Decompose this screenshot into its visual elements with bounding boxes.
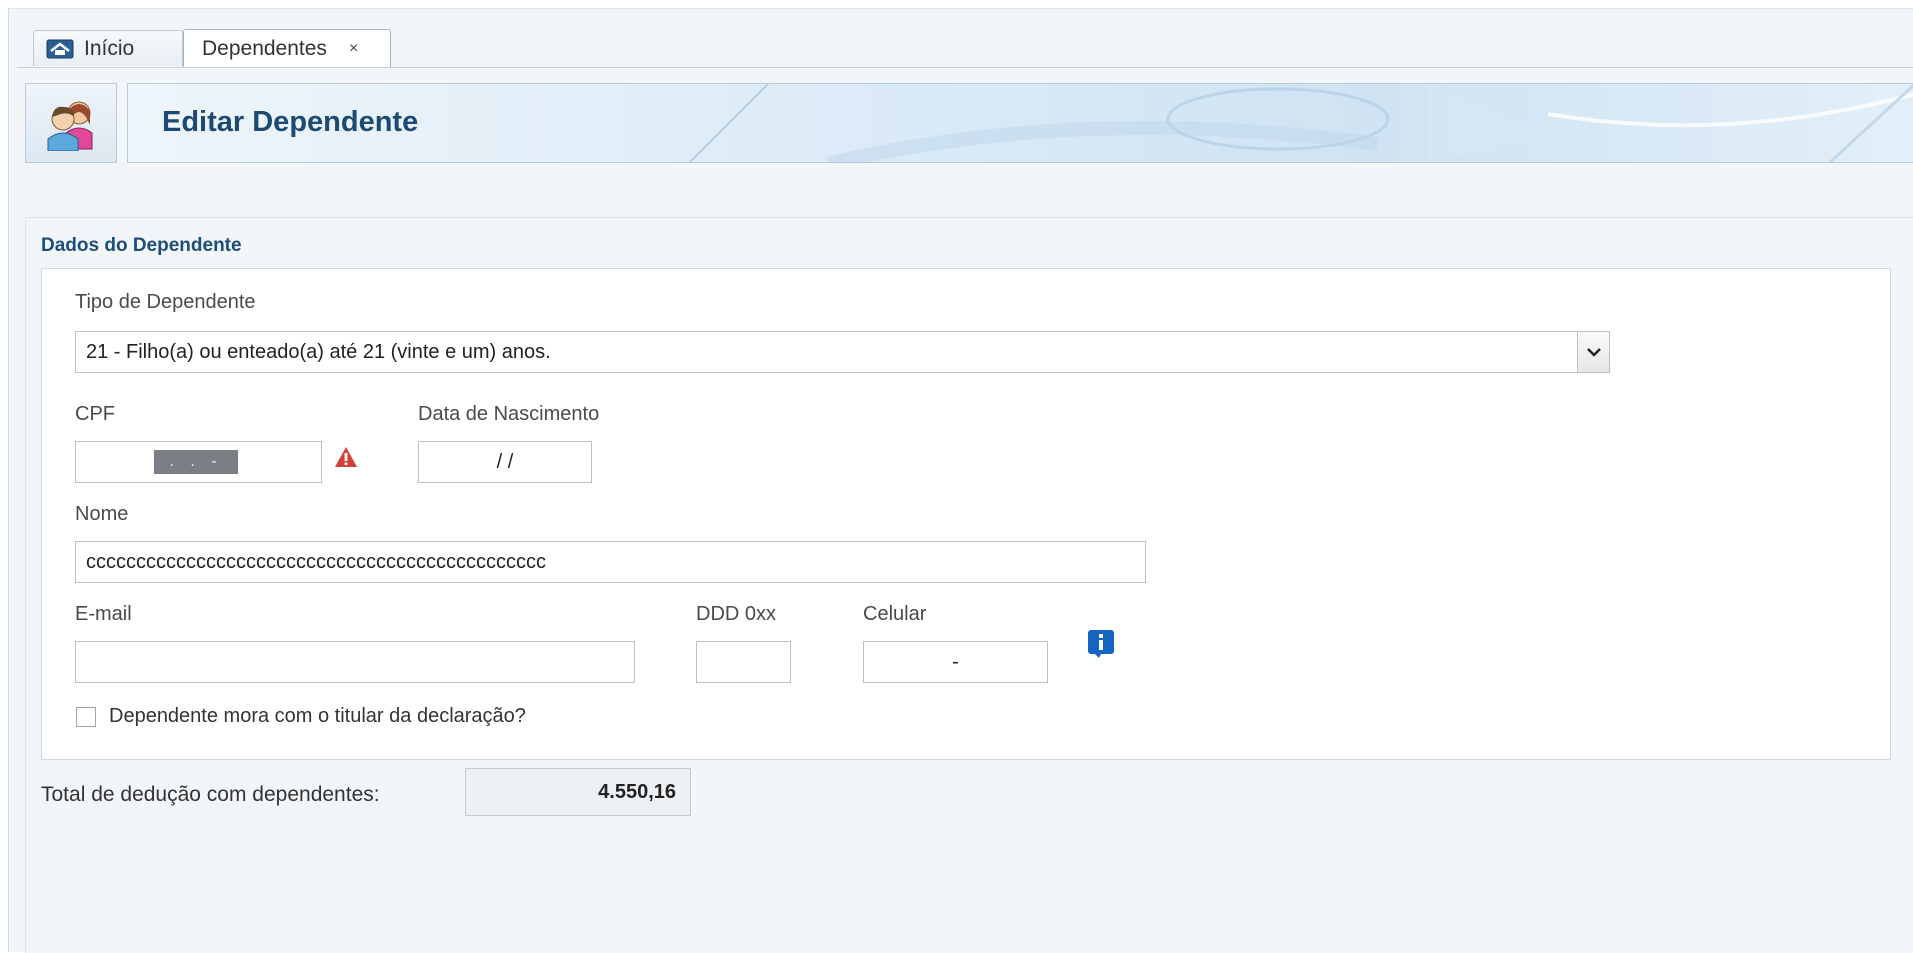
warning-icon	[334, 446, 358, 473]
celular-input[interactable]: -	[863, 641, 1048, 683]
nome-input[interactable]: cccccccccccccccccccccccccccccccccccccccc…	[75, 541, 1146, 583]
cpf-label: CPF	[75, 403, 115, 425]
data-nascimento-label: Data de Nascimento	[418, 403, 600, 425]
ddd-input[interactable]	[696, 641, 791, 683]
ddd-label: DDD 0xx	[696, 603, 777, 625]
home-icon	[46, 39, 74, 59]
cpf-input[interactable]: . . -	[75, 441, 322, 483]
page-title: Editar Dependente	[162, 106, 419, 138]
mora-com-titular-checkbox[interactable]	[76, 707, 96, 727]
email-input[interactable]	[75, 641, 635, 683]
tab-inicio[interactable]: Início	[33, 30, 183, 66]
dependent-form: Tipo de Dependente 21 - Filho(a) ou ente…	[41, 268, 1891, 760]
total-value: 4.550,16	[598, 780, 676, 803]
nome-label: Nome	[75, 503, 129, 525]
tab-inicio-label: Início	[84, 36, 135, 60]
data-nascimento-value: / /	[496, 450, 514, 473]
total-label: Total de dedução com dependentes:	[41, 783, 380, 806]
dependents-icon	[25, 83, 117, 163]
info-icon[interactable]	[1087, 629, 1115, 664]
celular-value: -	[952, 650, 959, 673]
tab-dependentes[interactable]: Dependentes ×	[183, 29, 391, 67]
data-nascimento-input[interactable]: / /	[418, 441, 592, 483]
total-value-field: 4.550,16	[465, 768, 691, 816]
email-label: E-mail	[75, 603, 132, 625]
nome-value: cccccccccccccccccccccccccccccccccccccccc…	[86, 550, 546, 573]
chevron-down-icon[interactable]	[1577, 332, 1609, 372]
section-title: Dados do Dependente	[41, 235, 242, 256]
tipo-dependente-value: 21 - Filho(a) ou enteado(a) até 21 (vint…	[86, 340, 551, 363]
cpf-mask: . . -	[154, 450, 238, 474]
tipo-label: Tipo de Dependente	[75, 291, 256, 313]
tab-bar: Início Dependentes ×	[17, 9, 1913, 68]
tipo-dependente-select[interactable]: 21 - Filho(a) ou enteado(a) até 21 (vint…	[75, 331, 1610, 373]
tab-dependentes-label: Dependentes	[202, 36, 327, 60]
mora-com-titular-label: Dependente mora com o titular da declara…	[109, 705, 526, 727]
celular-label: Celular	[863, 603, 927, 625]
close-icon[interactable]: ×	[349, 40, 358, 58]
page-banner: Editar Dependente	[127, 83, 1913, 163]
